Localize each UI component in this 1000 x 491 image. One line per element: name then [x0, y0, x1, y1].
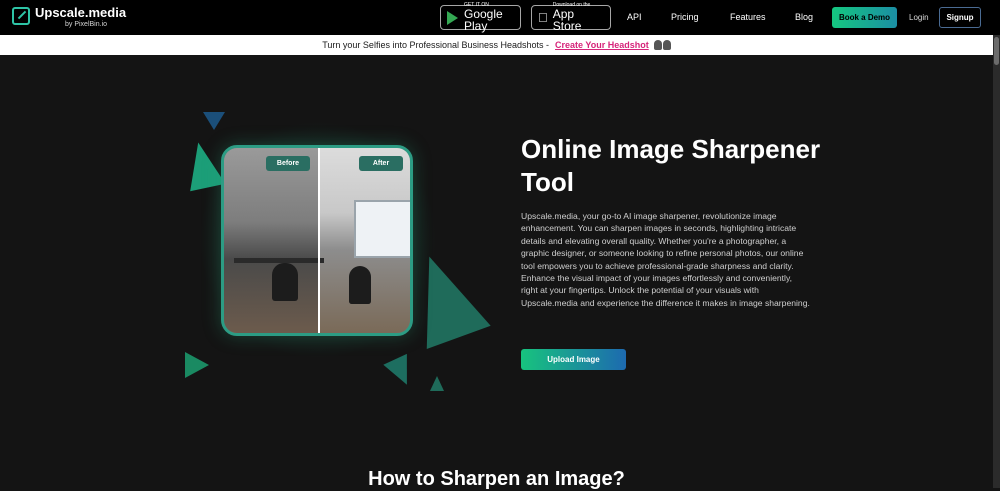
nav-link-blog[interactable]: Blog: [795, 12, 813, 22]
google-play-label: Google Play: [464, 7, 503, 33]
logo[interactable]: Upscale.media by PixelBin.io: [12, 6, 126, 29]
scrollbar-thumb[interactable]: [994, 37, 999, 65]
avatar-icon: [653, 40, 662, 50]
nav-link-pricing[interactable]: Pricing: [671, 12, 699, 22]
decorative-triangle: [430, 376, 444, 391]
comparison-slider[interactable]: [318, 148, 320, 333]
before-tag: Before: [266, 156, 310, 171]
nav-link-features[interactable]: Features: [730, 12, 766, 22]
headshot-avatars-icon: [653, 40, 671, 50]
app-store-label: App Store: [543, 8, 597, 32]
before-after-preview[interactable]: Before After: [221, 145, 413, 336]
chair-detail: [349, 266, 371, 304]
before-image: [224, 148, 318, 333]
logo-icon: [12, 7, 30, 25]
app-store-button[interactable]:  Download on the App Store: [531, 3, 611, 32]
hero-description: Upscale.media, your go-to AI image sharp…: [521, 211, 810, 308]
apple-icon: : [538, 10, 548, 25]
banner-text: Turn your Selfies into Professional Busi…: [322, 40, 550, 50]
window-detail: [354, 200, 410, 258]
google-play-icon: [447, 10, 458, 25]
logo-subtitle: by PixelBin.io: [65, 21, 108, 28]
login-link[interactable]: Login: [909, 13, 929, 22]
hero-title: Online Image Sharpener Tool: [521, 134, 821, 197]
create-headshot-link[interactable]: Create Your Headshot: [555, 40, 649, 50]
promo-banner: Turn your Selfies into Professional Busi…: [0, 35, 993, 55]
after-tag: After: [359, 156, 403, 171]
table-detail: [234, 258, 324, 263]
chair-detail: [272, 263, 298, 301]
book-demo-button[interactable]: Book a Demo: [832, 7, 897, 28]
logo-title: Upscale.media: [35, 5, 127, 20]
signup-button[interactable]: Signup: [939, 7, 981, 28]
google-play-button[interactable]: GET IT ON Google Play: [440, 3, 521, 33]
page-scrollbar[interactable]: [993, 35, 1000, 488]
nav-link-api[interactable]: API: [627, 12, 642, 22]
upload-image-button[interactable]: Upload Image: [521, 349, 626, 370]
decorative-triangle: [185, 352, 209, 378]
top-navbar: Upscale.media by PixelBin.io GET IT ON G…: [0, 0, 1000, 35]
avatar-icon: [662, 40, 671, 50]
